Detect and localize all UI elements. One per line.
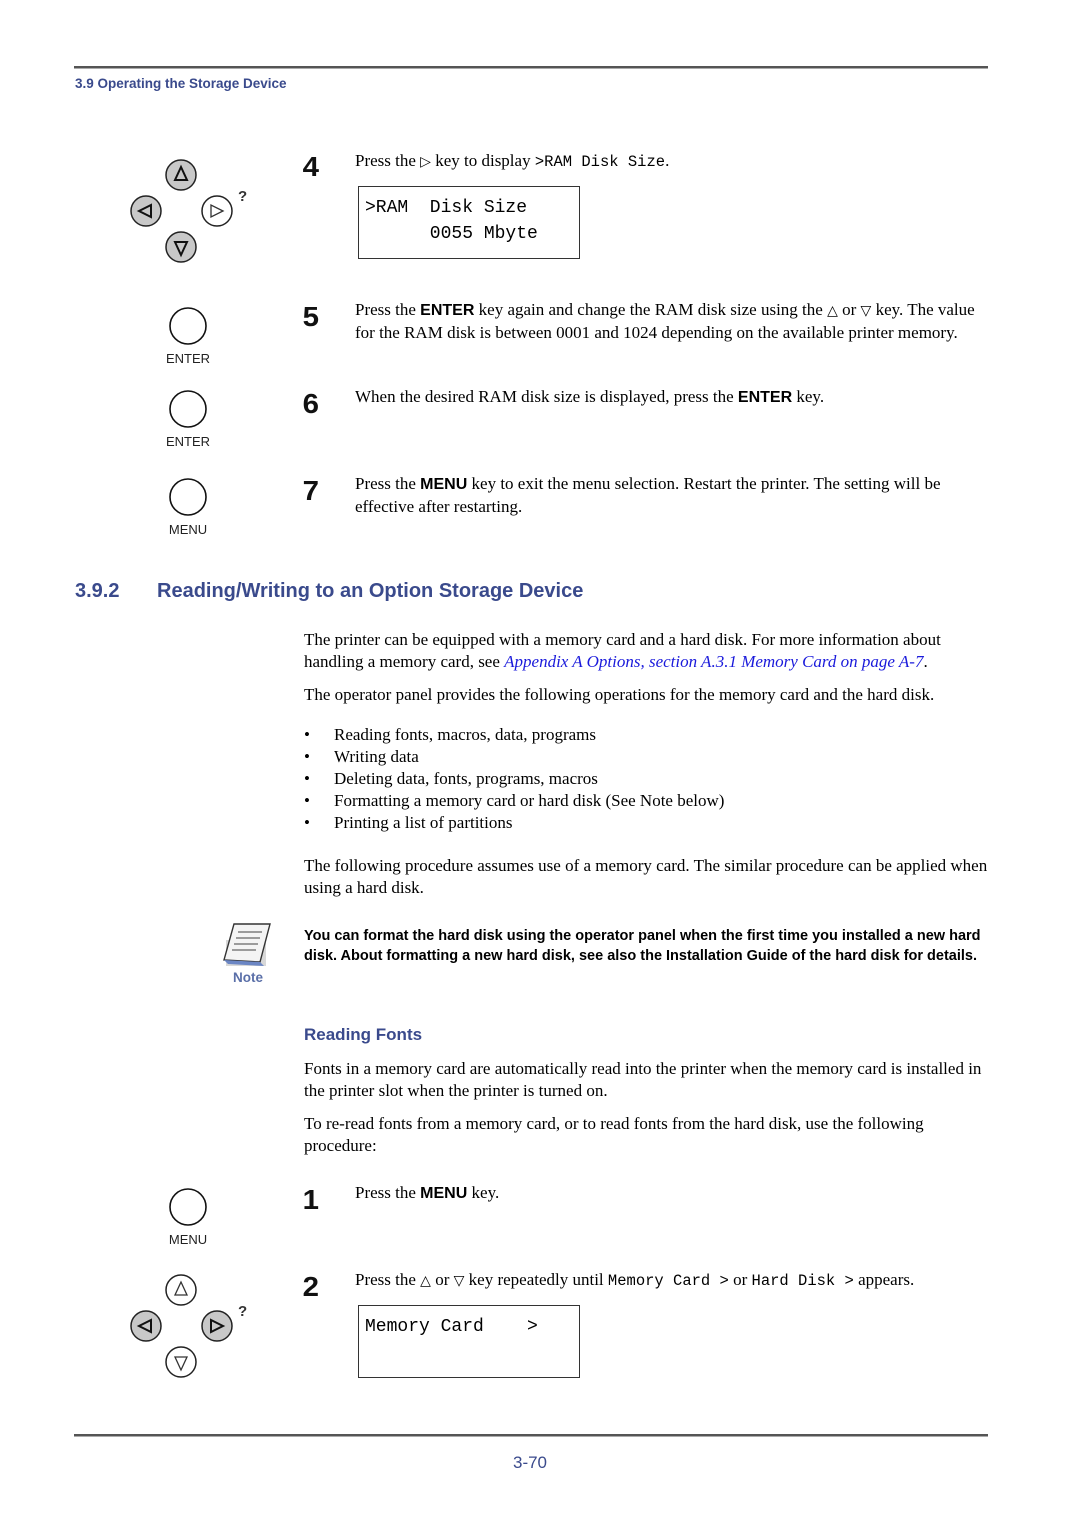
question-mark-icon: ? xyxy=(238,188,248,205)
lcd-display-ram-disk-size: >RAM Disk Size 0055 Mbyte xyxy=(358,186,580,259)
section-title: Reading/Writing to an Option Storage Dev… xyxy=(157,580,584,602)
note-label: Note xyxy=(233,970,263,985)
step-number-6: 6 xyxy=(302,388,319,419)
step-number-4: 4 xyxy=(302,151,319,182)
note-text: You can format the hard disk using the o… xyxy=(304,928,981,964)
step-2-text: Press the △ or ▽ key repeatedly until Me… xyxy=(355,1270,915,1290)
section-number: 3.9.2 xyxy=(75,580,120,602)
up-key-glyph: △ xyxy=(827,303,838,319)
step-1-text: Press the MENU key. xyxy=(355,1183,500,1202)
lcd-line-2: 0055 Mbyte xyxy=(365,224,538,244)
lcd-line-1: >RAM Disk Size xyxy=(365,198,528,218)
list-item: Formatting a memory card or hard disk (S… xyxy=(304,790,994,812)
reading-fonts-paragraph-2: To re-read fonts from a memory card, or … xyxy=(304,1114,924,1155)
enter-button-icon xyxy=(169,390,207,428)
menu-button-icon xyxy=(169,478,207,516)
up-key-glyph: △ xyxy=(420,1273,431,1289)
arrow-keys-icon xyxy=(130,1274,233,1378)
subheading-reading-fonts: Reading Fonts xyxy=(304,1025,423,1044)
step-number-2: 2 xyxy=(302,1271,319,1302)
enter-button-icon xyxy=(169,307,207,345)
note-paper-icon xyxy=(223,923,271,966)
list-item: Deleting data, fonts, programs, macros xyxy=(304,768,994,790)
operations-list: Reading fonts, macros, data, programs Wr… xyxy=(304,724,994,834)
lcd-line-1: Memory Card > xyxy=(365,1317,538,1337)
procedure-paragraph: The following procedure assumes use of a… xyxy=(304,856,988,897)
appendix-link[interactable]: Appendix A Options, section A.3.1 Memory… xyxy=(504,652,923,671)
menu-key-ref: MENU xyxy=(420,476,468,493)
step-6-text: When the desired RAM disk size is displa… xyxy=(355,387,825,406)
running-header: 3.9 Operating the Storage Device xyxy=(75,76,287,91)
enter-key-1: ENTER xyxy=(148,306,228,366)
menu-key-2: MENU xyxy=(148,1187,228,1247)
step-number-1: 1 xyxy=(302,1184,319,1215)
step-4-text: Press the ▷ key to display >RAM Disk Siz… xyxy=(355,151,670,171)
menu-button-icon xyxy=(169,1188,207,1226)
note-icon xyxy=(220,920,274,968)
intro-paragraph-1: The printer can be equipped with a memor… xyxy=(304,630,941,671)
step-7-text: Press the MENU key to exit the menu sele… xyxy=(355,474,941,516)
right-key-glyph: ▷ xyxy=(420,154,431,170)
step-number-5: 5 xyxy=(302,301,319,332)
lcd-display-memory-card: Memory Card > xyxy=(358,1305,580,1378)
list-item: Writing data xyxy=(304,746,994,768)
down-key-glyph: ▽ xyxy=(453,1273,465,1289)
step-5-text: Press the ENTER key again and change the… xyxy=(355,300,975,342)
enter-key-label: ENTER xyxy=(165,351,211,366)
footer-rule xyxy=(74,1434,988,1437)
enter-key-label: ENTER xyxy=(165,434,211,449)
enter-key-ref: ENTER xyxy=(737,389,793,406)
menu-key-label: MENU xyxy=(168,1232,208,1247)
enter-key-ref: ENTER xyxy=(420,302,475,319)
page-number: 3-70 xyxy=(512,1453,548,1472)
list-item: Printing a list of partitions xyxy=(304,812,994,834)
header-rule xyxy=(74,66,988,69)
intro-paragraph-2: The operator panel provides the followin… xyxy=(304,685,935,704)
menu-key-1: MENU xyxy=(148,477,228,537)
section-heading: 3.9.2 Reading/Writing to an Option Storag… xyxy=(75,580,583,603)
reading-fonts-paragraph-1: Fonts in a memory card are automatically… xyxy=(304,1059,982,1100)
question-mark-icon: ? xyxy=(238,1303,248,1320)
step-number-7: 7 xyxy=(302,475,319,506)
menu-key-ref: MENU xyxy=(420,1185,468,1202)
menu-key-label: MENU xyxy=(168,522,208,537)
list-item: Reading fonts, macros, data, programs xyxy=(304,724,994,746)
enter-key-2: ENTER xyxy=(148,389,228,449)
down-key-glyph: ▽ xyxy=(860,303,872,319)
arrow-key-cluster-upper: ? xyxy=(128,158,258,266)
arrow-keys-icon xyxy=(130,159,233,263)
arrow-key-cluster-lower: ? xyxy=(128,1273,258,1381)
